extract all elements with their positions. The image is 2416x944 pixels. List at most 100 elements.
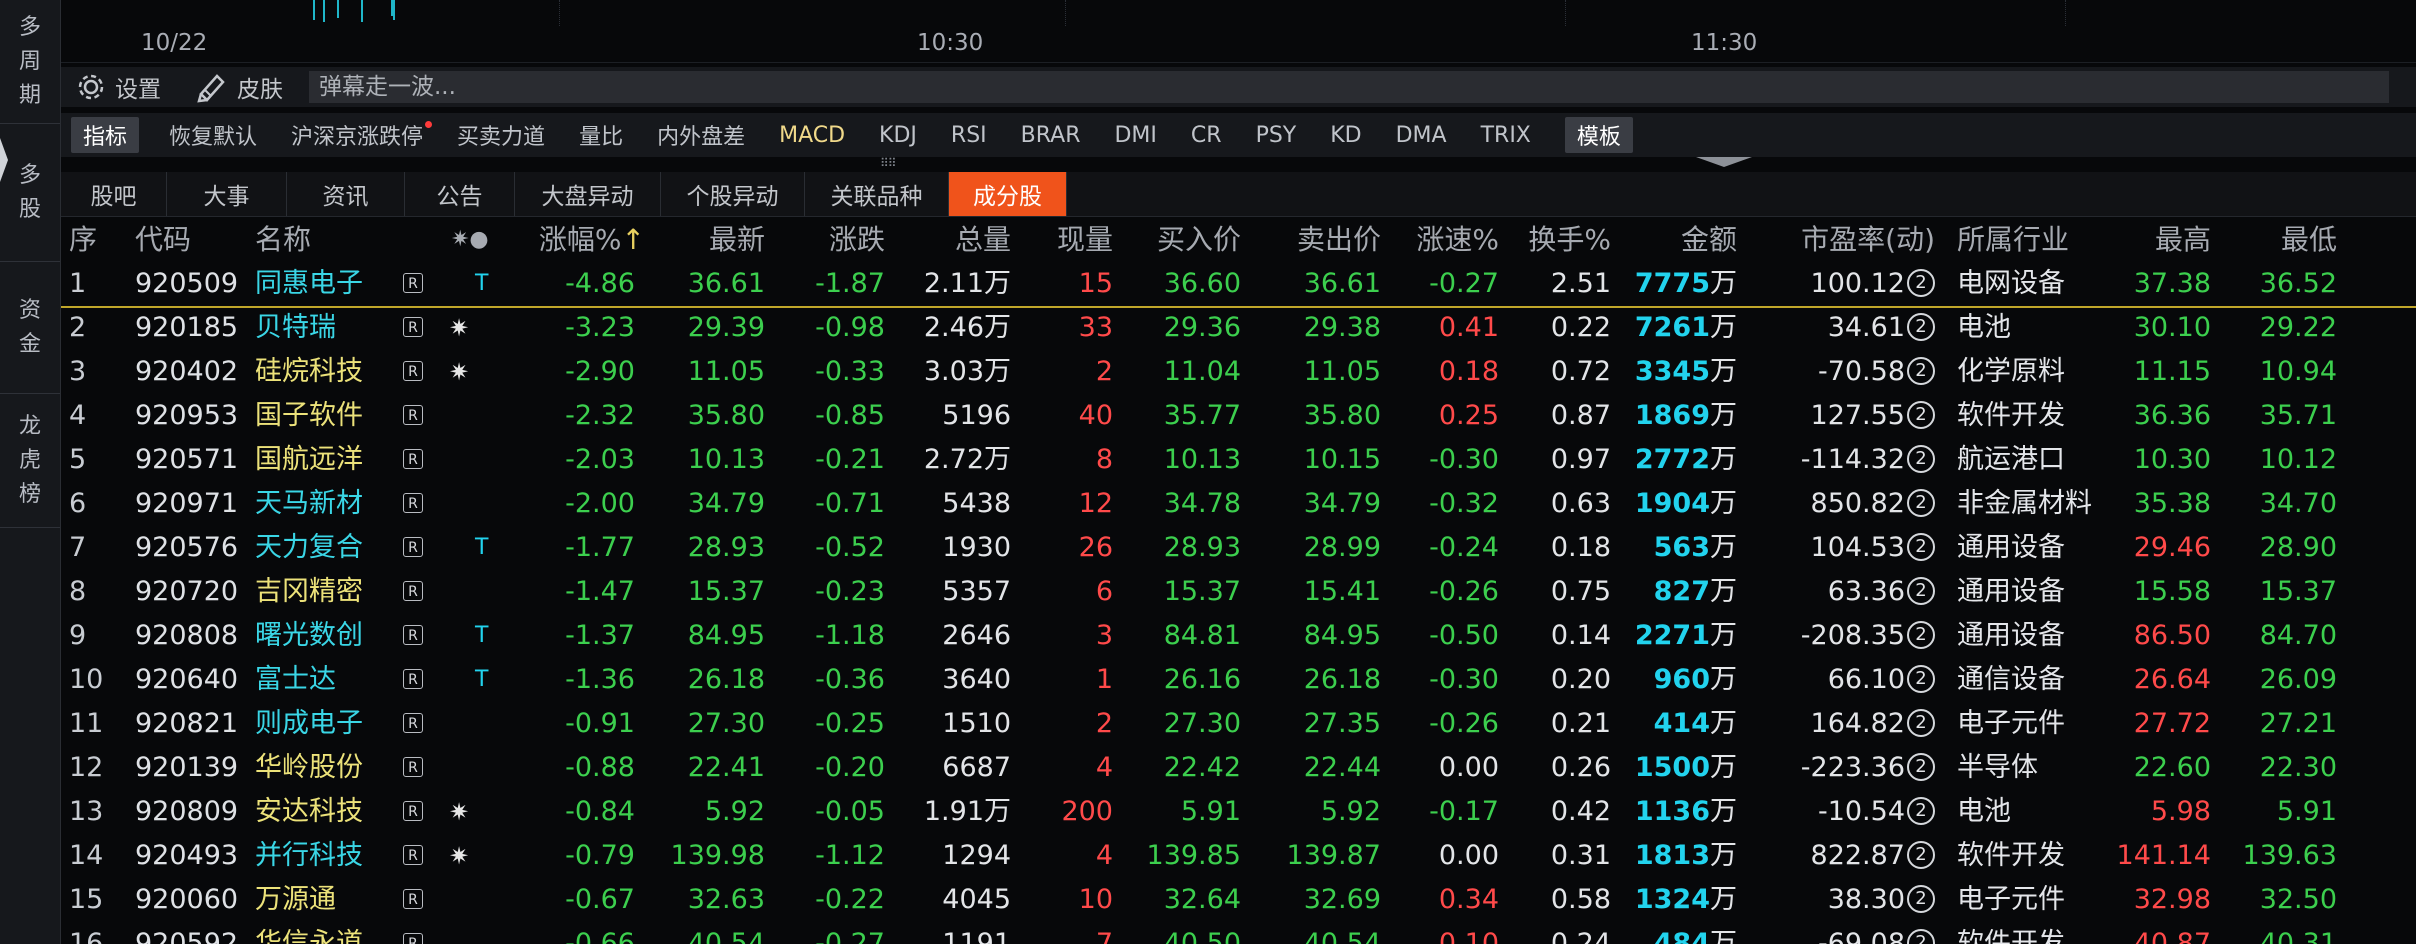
indicator-cr[interactable]: CR	[1191, 123, 1222, 148]
tab-major-events[interactable]: 大事	[167, 172, 287, 216]
cell-name: 并行科技	[255, 840, 363, 871]
skin-button[interactable]: 皮肤	[195, 70, 283, 104]
cell-high: 32.98	[2133, 884, 2211, 915]
indicator-template-button[interactable]: 模板	[1564, 117, 1633, 153]
sidebar-tab-multi-period[interactable]: 多周期	[0, 0, 60, 124]
chart-gridline	[1065, 0, 1067, 26]
column-header-turnover[interactable]: 换手%	[1528, 218, 1611, 262]
cell-pe: -223.36 2	[1801, 746, 1935, 790]
cell-ask: 10.15	[1303, 444, 1381, 475]
cell-speed: -0.30	[1429, 664, 1499, 695]
cell-seq: 14	[69, 840, 104, 871]
column-header-low[interactable]: 最低	[2281, 218, 2337, 262]
indicator-dma[interactable]: DMA	[1396, 123, 1447, 148]
table-row[interactable]: 16 920592 华信永道 -0.66 40.54 -0.27 1191 7 40.50 40.…	[61, 922, 2416, 944]
indicator-kdj[interactable]: KDJ	[879, 123, 917, 148]
table-row[interactable]: 8 920720 吉冈精密 -1.47 15.37 -0.23 5357 6 15.37 15.4…	[61, 570, 2416, 614]
indicator-psy[interactable]: PSY	[1256, 123, 1297, 148]
column-header-chg[interactable]: 涨跌	[829, 218, 885, 262]
cell-ask: 139.87	[1286, 840, 1381, 871]
table-row[interactable]: 15 920060 万源通 -0.67 32.63 -0.22 4045 10 32.64 32.…	[61, 878, 2416, 922]
cell-speed: 0.00	[1438, 752, 1499, 783]
column-header-amount[interactable]: 金额	[1681, 218, 1737, 262]
amount-unit: 万	[1710, 576, 1737, 607]
cell-high: 22.60	[2133, 752, 2211, 783]
indicator-volume-ratio[interactable]: 量比	[579, 119, 623, 151]
column-header-name[interactable]: 名称	[255, 218, 311, 262]
cell-seq: 15	[69, 884, 104, 915]
amount-value: 1500	[1634, 752, 1710, 783]
column-header-last[interactable]: 最新	[709, 218, 765, 262]
table-row[interactable]: 3 920402 硅烷科技 ✷ -2.90 11.05 -0.33 3.03万 2 11.04 11…	[61, 350, 2416, 394]
column-header-code[interactable]: 代码	[135, 218, 191, 262]
table-row[interactable]: 10 920640 富士达 T -1.36 26.18 -0.36 3640 1 26.16 26.…	[61, 658, 2416, 702]
indicator-limit-up-down[interactable]: 沪深京涨跌停	[291, 119, 433, 151]
tab-market-movement[interactable]: 大盘异动	[515, 172, 661, 216]
table-row[interactable]: 6 920971 天马新材 -2.00 34.79 -0.71 5438 12 34.78 34.…	[61, 482, 2416, 526]
tab-related-varieties[interactable]: 关联品种	[805, 172, 949, 216]
indicator-buy-sell-power[interactable]: 买卖力道	[457, 119, 545, 151]
cell-pct: -3.23	[565, 312, 635, 343]
sidebar-tab-funds[interactable]: 资金	[0, 262, 60, 394]
table-row[interactable]: 7 920576 天力复合 T -1.77 28.93 -0.52 1930 26 28.93 28…	[61, 526, 2416, 570]
settings-button[interactable]: 设置	[75, 70, 161, 104]
table-row[interactable]: 13 920809 安达科技 ✷ -0.84 5.92 -0.05 1.91万 200 5.91 5…	[61, 790, 2416, 834]
pe-value: -223.36	[1800, 752, 1905, 783]
cell-vol: 1191	[942, 928, 1011, 944]
column-header-high[interactable]: 最高	[2155, 218, 2211, 262]
intraday-chart-strip[interactable]: 10/22 10:30 11:30	[61, 0, 2416, 63]
cell-last: 139.98	[670, 840, 765, 871]
tab-announcements[interactable]: 公告	[405, 172, 515, 216]
table-row[interactable]: 2 920185 贝特瑞 ✷ -3.23 29.39 -0.98 2.46万 33 29.36 29…	[61, 306, 2416, 350]
indicator-dmi[interactable]: DMI	[1114, 123, 1156, 148]
table-row[interactable]: 1 920509 同惠电子 T -4.86 36.61 -1.87 2.11万 15 36.60 3…	[61, 262, 2416, 308]
table-row[interactable]: 11 920821 则成电子 -0.91 27.30 -0.25 1510 2 27.30 27.…	[61, 702, 2416, 746]
indicator-inner-outer-diff[interactable]: 内外盘差	[657, 119, 745, 151]
table-row[interactable]: 9 920808 曙光数创 T -1.37 84.95 -1.18 2646 3 84.81 84.…	[61, 614, 2416, 658]
amount-value: 7775	[1634, 268, 1710, 299]
indicator-trix[interactable]: TRIX	[1481, 123, 1531, 148]
indicator-label: 沪深京涨跌停	[291, 125, 424, 150]
column-header-pct[interactable]: 涨幅%↑	[539, 218, 645, 262]
cell-amount: 827万	[1654, 570, 1737, 614]
column-header-cur[interactable]: 现量	[1057, 218, 1113, 262]
table-row[interactable]: 5 920571 国航远洋 -2.03 10.13 -0.21 2.72万 8 10.13 10.…	[61, 438, 2416, 482]
column-header-speed[interactable]: 涨速%	[1416, 218, 1499, 262]
column-header-bid[interactable]: 买入价	[1157, 218, 1241, 262]
cell-pct: -1.47	[565, 576, 635, 607]
column-header-flag[interactable]: ✷●	[451, 218, 489, 262]
column-header-ask[interactable]: 卖出价	[1297, 218, 1381, 262]
cell-cur: 8	[1095, 444, 1113, 475]
cell-pe: 34.61 2	[1828, 306, 1935, 350]
table-row[interactable]: 14 920493 并行科技 ✷ -0.79 139.98 -1.12 1294 4 139.85…	[61, 834, 2416, 878]
cell-chg: -0.05	[815, 796, 885, 827]
cell-pe: 822.87 2	[1811, 834, 1935, 878]
cell-code: 920185	[135, 312, 239, 343]
indicator-rsi[interactable]: RSI	[951, 123, 987, 148]
column-header-vol[interactable]: 总量	[955, 218, 1011, 262]
cell-industry: 电池	[1957, 312, 2011, 343]
cell-flag: T	[475, 623, 489, 648]
table-row[interactable]: 12 920139 华岭股份 -0.88 22.41 -0.20 6687 4 22.42 22.…	[61, 746, 2416, 790]
column-header-pe[interactable]: 市盈率(动)	[1801, 218, 1935, 262]
amount-unit: 万	[1710, 664, 1737, 695]
tab-stock-movement[interactable]: 个股异动	[661, 172, 805, 216]
cell-flag: ✷	[449, 842, 470, 870]
pe-marker-icon: 2	[1907, 400, 1935, 429]
indicator-kd[interactable]: KD	[1330, 123, 1361, 148]
tab-news[interactable]: 资讯	[287, 172, 405, 216]
template-dropdown-arrow-icon[interactable]	[1696, 157, 1752, 167]
bullet-comment-input[interactable]	[309, 71, 2389, 103]
resize-handle-icon[interactable]: ⠿⠿	[880, 156, 897, 170]
table-row[interactable]: 4 920953 国子软件 -2.32 35.80 -0.85 5196 40 35.77 35.…	[61, 394, 2416, 438]
tab-constituents[interactable]: 成分股	[949, 172, 1067, 216]
indicator-macd[interactable]: MACD	[779, 123, 845, 148]
column-header-industry[interactable]: 所属行业	[1957, 218, 2069, 262]
tab-stock-forum[interactable]: 股吧	[61, 172, 167, 216]
sidebar-tab-multi-stock[interactable]: 多股	[0, 124, 60, 262]
sidebar-tab-dragon-tiger[interactable]: 龙虎榜	[0, 394, 60, 528]
indicator-brar[interactable]: BRAR	[1021, 123, 1081, 148]
indicator-restore-default[interactable]: 恢复默认	[169, 119, 257, 151]
indicator-tab-main[interactable]: 指标	[71, 117, 140, 153]
column-header-seq[interactable]: 序	[69, 218, 97, 262]
